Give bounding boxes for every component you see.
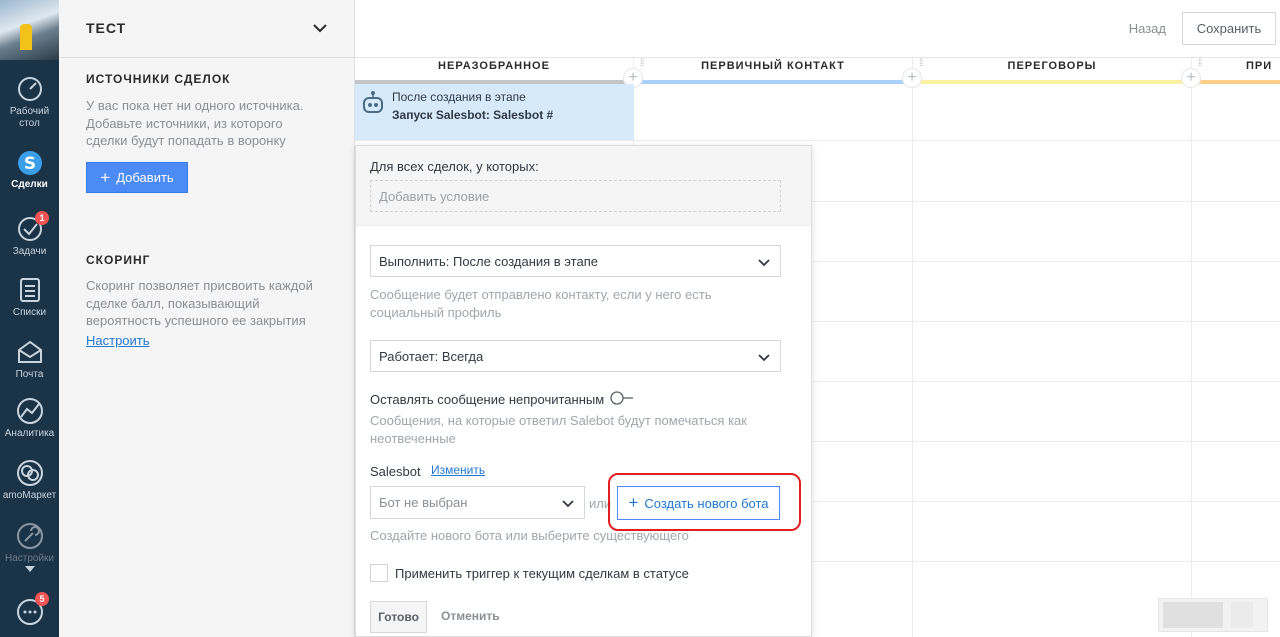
add-stage-button[interactable]: +: [1181, 68, 1201, 88]
pipeline-settings-panel: ТЕСТ ИСТОЧНИКИ СДЕЛОК У вас пока нет ни …: [59, 0, 355, 637]
svg-text:S: S: [23, 154, 35, 174]
configure-scoring-link[interactable]: Настроить: [86, 333, 150, 348]
scoring-title: СКОРИНГ: [86, 253, 151, 267]
conditions-zone: Для всех сделок, у которых: Добавить усл…: [356, 146, 811, 226]
chevron-down-icon[interactable]: [24, 566, 35, 572]
for-all-deals-label: Для всех сделок, у которых:: [370, 159, 539, 174]
leave-unread-hint: Сообщения, на которые ответил Salebot бу…: [370, 413, 747, 446]
add-source-button[interactable]: + Добавить: [86, 162, 188, 193]
nav-item-dashboard[interactable]: Рабочий стол: [0, 75, 59, 130]
robot-icon: [363, 91, 383, 113]
execute-select[interactable]: Выполнить: После создания в этапе: [370, 245, 781, 277]
sources-text: У вас пока нет ни одного источника. Доба…: [86, 98, 304, 148]
chevron-down-icon: [562, 500, 574, 508]
sources-title: ИСТОЧНИКИ СДЕЛОК: [86, 72, 231, 86]
change-salesbot-link[interactable]: Изменить: [431, 463, 485, 477]
mail-icon: [17, 340, 42, 363]
done-button[interactable]: Готово: [370, 601, 427, 633]
plus-icon: +: [628, 493, 639, 512]
market-icon: [16, 460, 43, 486]
nav-item-settings[interactable]: Настройки: [0, 522, 59, 572]
nav-item-deals[interactable]: S Сделки: [0, 148, 59, 191]
nav-item-lists[interactable]: Списки: [0, 276, 59, 319]
nav-item-chat[interactable]: 5: [0, 592, 59, 629]
top-bar: Назад Сохранить: [355, 0, 1280, 58]
chevron-down-icon[interactable]: [312, 20, 328, 36]
works-select[interactable]: Работает: Всегда: [370, 340, 781, 372]
apply-to-current-label: Применить триггер к текущим сделкам в ст…: [395, 566, 689, 581]
drag-handle-icon[interactable]: ⁞⁞: [1198, 58, 1202, 69]
chevron-down-icon: [758, 354, 770, 362]
bot-hint: Создайте нового бота или выберите сущест…: [370, 528, 689, 543]
analytics-icon: [16, 398, 43, 424]
apply-to-current-checkbox[interactable]: [370, 564, 388, 582]
add-condition-field[interactable]: Добавить условие: [370, 180, 781, 212]
settings-icon: [16, 523, 43, 549]
stage-title[interactable]: ПЕРЕГОВОРЫ: [913, 58, 1191, 80]
nav-item-market[interactable]: amoМаркет: [0, 459, 59, 502]
save-button[interactable]: Сохранить: [1182, 12, 1276, 45]
stage-column-negotiations: ПЕРЕГОВОРЫ: [913, 58, 1192, 637]
nav-item-mail[interactable]: Почта: [0, 338, 59, 381]
minimap-block: [1231, 602, 1253, 628]
chat-badge: 5: [35, 592, 49, 606]
app-navigation: Рабочий стол S Сделки Задачи 1 Списки По…: [0, 0, 59, 637]
stage-color-bar: [913, 80, 1191, 84]
user-avatar[interactable]: [0, 0, 59, 60]
back-button[interactable]: Назад: [1129, 21, 1166, 36]
stage-color-bar: [634, 80, 912, 84]
cancel-button[interactable]: Отменить: [441, 609, 500, 623]
trigger-action: Запуск Salesbot: Salesbot #: [392, 108, 554, 122]
stage-column-next: ПРИ: [1192, 58, 1280, 637]
drag-handle-icon[interactable]: ⁞⁞: [919, 58, 923, 69]
stage-title[interactable]: ПЕРВИЧНЫЙ КОНТАКТ: [634, 58, 912, 80]
create-new-bot-button[interactable]: + Создать нового бота: [617, 486, 780, 520]
scoring-text: Скоринг позволяет присвоить каждой сделк…: [86, 278, 313, 328]
drag-handle-icon[interactable]: ⁞⁞: [640, 58, 644, 69]
bot-select[interactable]: Бот не выбран: [370, 486, 585, 519]
execute-hint: Сообщение будет отправлено контакту, есл…: [370, 287, 712, 320]
grid-line: [355, 140, 1280, 141]
stage-title[interactable]: ПРИ: [1192, 58, 1280, 80]
dashboard-icon: [17, 77, 42, 101]
plus-icon: +: [100, 167, 111, 187]
or-text: или: [589, 496, 612, 511]
add-stage-button[interactable]: +: [902, 68, 922, 88]
board-minimap[interactable]: [1158, 598, 1268, 632]
trigger-type: После создания в этапе: [392, 90, 526, 104]
minimap-viewport: [1163, 602, 1223, 628]
lists-icon: [19, 278, 40, 302]
leave-unread-toggle[interactable]: [610, 391, 634, 405]
leave-unread-label: Оставлять сообщение непрочитанным: [370, 392, 605, 407]
salesbot-trigger-card[interactable]: После создания в этапе Запуск Salesbot: …: [355, 84, 634, 140]
tasks-badge: 1: [35, 211, 49, 225]
nav-item-tasks[interactable]: Задачи 1: [0, 211, 59, 258]
deals-icon: S: [17, 151, 42, 175]
trigger-settings-popup: Для всех сделок, у которых: Добавить усл…: [355, 145, 812, 637]
chevron-down-icon: [758, 259, 770, 267]
stage-color-bar: [1192, 80, 1280, 84]
nav-item-analytics[interactable]: Аналитика: [0, 397, 59, 440]
pipeline-header: ТЕСТ: [59, 0, 354, 58]
salesbot-label: Salesbot: [370, 464, 421, 479]
stage-title[interactable]: НЕРАЗОБРАННОЕ: [355, 58, 633, 80]
